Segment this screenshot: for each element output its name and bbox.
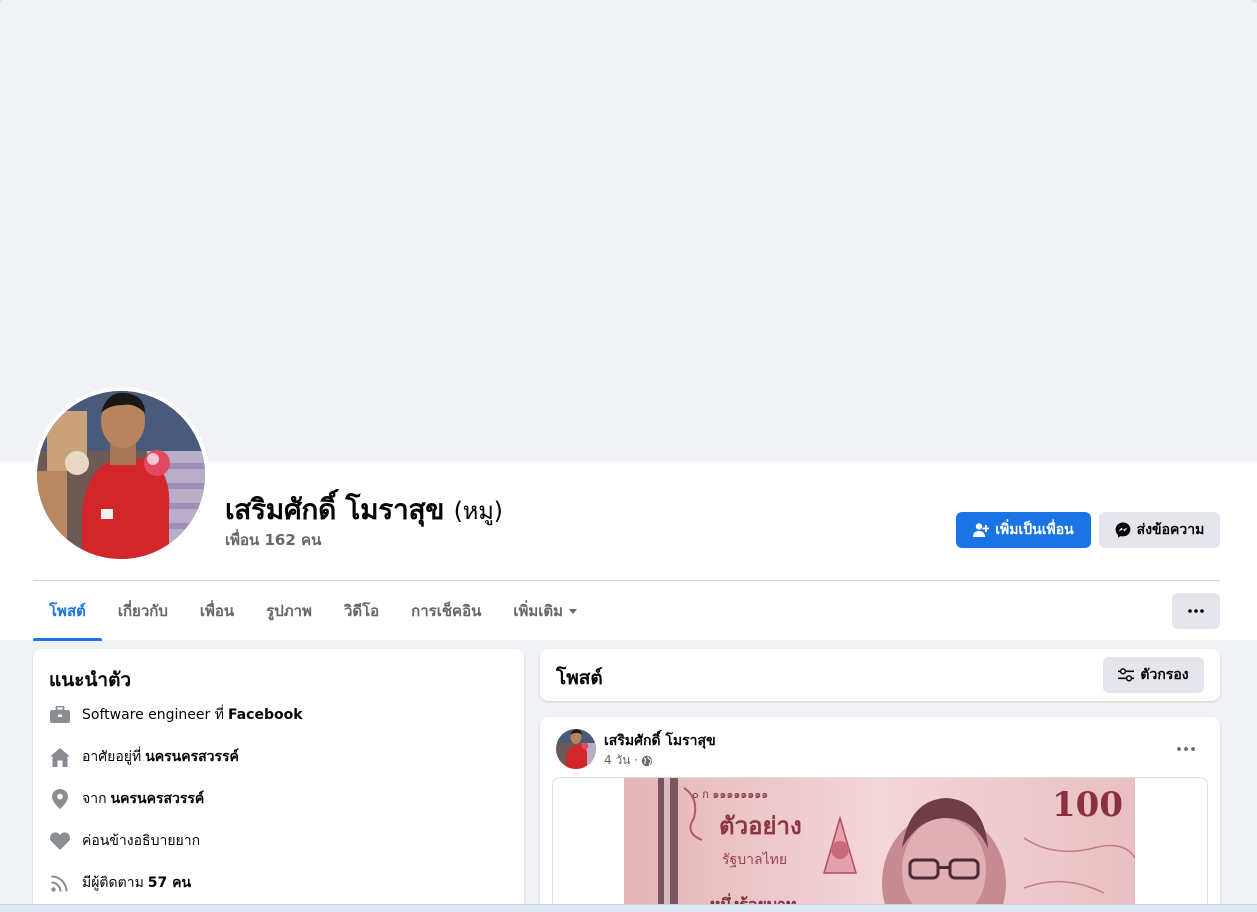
post-options-button[interactable] [1168, 731, 1204, 767]
filter-label: ตัวกรอง [1140, 667, 1189, 683]
post-image[interactable]: ๐ ก ๑๑๑๑๑๑๑๑ ตัวอย่าง รัฐบาลไทย หนึ่งร้อ… [552, 777, 1208, 912]
more-dots-icon [1188, 609, 1204, 613]
intro-item-text: จาก [82, 791, 107, 807]
tab-label: การเช็คอิน [411, 602, 482, 620]
intro-card: แนะนำตัว Software engineer ที่ Facebook อ… [33, 649, 524, 912]
intro-item-relationship: ค่อนข้างอธิบายยาก [49, 828, 204, 854]
profile-tabs: โพสต์ เกี่ยวกับ เพื่อน รูปภาพ วิดีโอ การ… [33, 581, 593, 641]
filter-button[interactable]: ตัวกรอง [1103, 657, 1204, 693]
intro-item-lives-in: อาศัยอยู่ที่ นครนครสวรรค์ [49, 744, 239, 770]
profile-photo [37, 391, 205, 559]
intro-item-bold[interactable]: นครนครสวรรค์ [145, 746, 239, 768]
tab-label: โพสต์ [49, 602, 86, 620]
briefcase-icon [49, 704, 71, 726]
intro-item-work: Software engineer ที่ Facebook [49, 702, 303, 728]
tab-friends[interactable]: เพื่อน [184, 581, 250, 641]
more-dots-icon [1177, 747, 1195, 751]
intro-item-bold[interactable]: Facebook [228, 707, 303, 723]
globe-icon [641, 755, 653, 767]
add-friend-icon [973, 522, 990, 538]
filter-sliders-icon [1118, 668, 1135, 682]
os-taskbar [0, 904, 1257, 912]
post-card: เสริมศักดิ์ โมราสุข 4 วัน · ๐ ก ๑๑๑๑๑๑๑๑… [540, 717, 1220, 912]
posts-title: โพสต์ [556, 667, 603, 689]
intro-item-text: อาศัยอยู่ที่ [82, 749, 142, 765]
intro-item-bold[interactable]: 57 คน [148, 872, 191, 894]
profile-picture[interactable] [33, 387, 209, 563]
post-author-avatar[interactable] [556, 729, 596, 769]
tab-checkins[interactable]: การเช็คอิน [395, 581, 497, 641]
banknote-serial: ๐ ก ๑๑๑๑๑๑๑๑ [692, 788, 768, 801]
post-author-name[interactable]: เสริมศักดิ์ โมราสุข [604, 730, 716, 752]
rss-icon [49, 872, 71, 894]
profile-alternate-name: (หมู) [453, 497, 503, 525]
messenger-icon [1115, 522, 1131, 538]
posts-header-card: โพสต์ ตัวกรอง [540, 649, 1220, 701]
intro-item-from: จาก นครนครสวรรค์ [49, 786, 204, 812]
tab-label: เพื่อน [199, 602, 235, 620]
send-message-button[interactable]: ส่งข้อความ [1099, 512, 1220, 548]
banknote-bank-text: รัฐบาลไทย [722, 851, 787, 868]
add-friend-button[interactable]: เพิ่มเป็นเพื่อน [956, 512, 1091, 548]
banknote-specimen-text: ตัวอย่าง [719, 812, 802, 840]
post-timestamp[interactable]: 4 วัน · [604, 751, 638, 770]
intro-item-text: ค่อนข้างอธิบายยาก [82, 833, 201, 849]
intro-item-text: Software engineer ที่ [82, 707, 224, 723]
profile-options-button[interactable] [1172, 593, 1220, 629]
tab-more[interactable]: เพิ่มเติม [497, 581, 593, 641]
heart-icon [49, 830, 71, 852]
tab-label: เพิ่มเติม [513, 602, 564, 620]
tab-about[interactable]: เกี่ยวกับ [102, 581, 184, 641]
cover-photo[interactable] [3, 0, 1252, 462]
friends-count[interactable]: เพื่อน 162 คน [225, 528, 321, 552]
banknote-image: ๐ ก ๑๑๑๑๑๑๑๑ ตัวอย่าง รัฐบาลไทย หนึ่งร้อ… [624, 778, 1135, 912]
intro-item-bold[interactable]: นครนครสวรรค์ [111, 788, 205, 810]
send-message-label: ส่งข้อความ [1136, 522, 1205, 538]
intro-item-text: มีผู้ติดตาม [82, 875, 144, 891]
tab-label: เกี่ยวกับ [117, 602, 168, 620]
add-friend-label: เพิ่มเป็นเพื่อน [995, 522, 1074, 538]
tab-videos[interactable]: วิดีโอ [328, 581, 395, 641]
intro-item-followers: มีผู้ติดตาม 57 คน [49, 870, 191, 896]
intro-title: แนะนำตัว [49, 669, 132, 691]
caret-down-icon [569, 608, 578, 614]
tab-posts[interactable]: โพสต์ [33, 581, 102, 641]
post-meta: 4 วัน · [604, 751, 653, 770]
profile-full-name: เสริมศักดิ์ โมราสุข [225, 493, 445, 526]
home-icon [49, 746, 71, 768]
tab-label: รูปภาพ [266, 602, 312, 620]
banknote-denomination: 100 [1052, 785, 1123, 825]
tab-photos[interactable]: รูปภาพ [250, 581, 328, 641]
tab-label: วิดีโอ [343, 602, 380, 620]
location-pin-icon [49, 788, 71, 810]
profile-name: เสริมศักดิ์ โมราสุข (หมู) [225, 488, 503, 532]
